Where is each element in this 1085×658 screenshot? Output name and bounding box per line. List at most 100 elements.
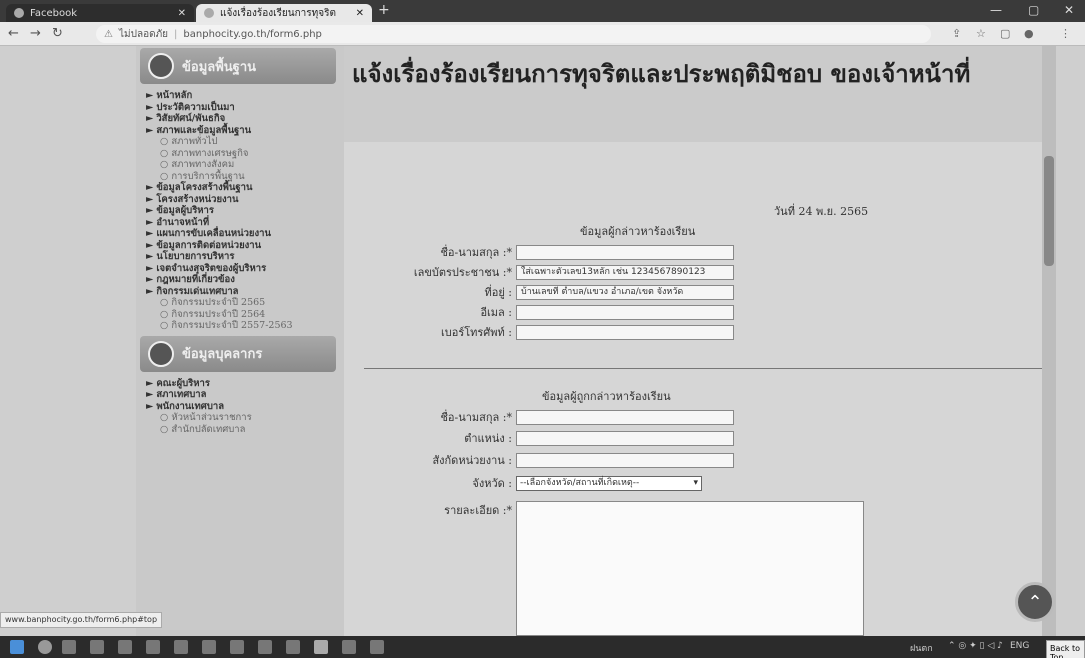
sidebar-list-personnel: ►คณะผู้บริหาร►สภาเทศบาล►พนักงานเทศบาลหัว… xyxy=(136,378,344,436)
province-selected: --เลือกจังหวัด/สถานที่เกิดเหตุ-- xyxy=(520,477,640,488)
app-icon[interactable] xyxy=(258,640,272,654)
share-icon[interactable]: ⇪ xyxy=(952,27,961,40)
complainant-phone-input[interactable] xyxy=(516,324,734,340)
lang-label[interactable]: ENG xyxy=(1010,641,1029,651)
file-explorer-icon[interactable] xyxy=(118,640,132,654)
email-label: อีเมล : xyxy=(480,306,512,319)
complainant-address-row: ที่อยู่ : บ้านเลขที่ ตำบล/แขวง อำเภอ/เขต… xyxy=(346,283,734,301)
page-scrollbar[interactable] xyxy=(1042,46,1056,636)
sidebar-item[interactable]: ► ข้อมูลผู้บริหาร xyxy=(146,205,344,217)
browser-tab-strip: Facebook ✕ แจ้งเรื่องร้องเรียนการทุจริต … xyxy=(0,0,1085,22)
sidebar-item[interactable]: สภาพทางสังคม xyxy=(146,159,344,171)
sidebar-item[interactable]: การบริการพื้นฐาน xyxy=(146,171,344,183)
page-title: แจ้งเรื่องร้องเรียนการทุจริตและประพฤติมิ… xyxy=(352,59,971,88)
accused-name-input[interactable] xyxy=(516,409,734,425)
sidebar-item-label: ข้อมูลผู้บริหาร xyxy=(156,205,214,216)
back-arrow-icon[interactable]: ← xyxy=(8,26,19,41)
search-icon[interactable] xyxy=(38,640,52,654)
sidebar-section-title: ข้อมูลพื้นฐาน xyxy=(182,59,257,75)
app-icon[interactable] xyxy=(286,640,300,654)
sidebar-item[interactable]: สภาพทางเศรษฐกิจ xyxy=(146,148,344,160)
sidebar-item[interactable]: ► กฎหมายที่เกี่ยวข้อง xyxy=(146,274,344,286)
accused-position-input[interactable] xyxy=(516,430,734,446)
profile-icon[interactable]: ● xyxy=(1024,27,1034,40)
app-icon[interactable] xyxy=(202,640,216,654)
close-icon[interactable]: ✕ xyxy=(356,8,364,19)
chrome-icon[interactable] xyxy=(314,640,328,654)
forward-arrow-icon[interactable]: → xyxy=(30,26,41,41)
star-icon[interactable]: ☆ xyxy=(976,27,986,40)
complainant-id-input[interactable]: ใส่เฉพาะตัวเลข13หลัก เช่น 1234567890123 xyxy=(516,264,734,280)
sidebar-item[interactable]: ► สภาเทศบาล xyxy=(146,389,344,401)
scrollbar-thumb[interactable] xyxy=(1044,156,1054,266)
sidebar-item[interactable]: กิจกรรมประจำปี 2564 xyxy=(146,309,344,321)
sidebar-item[interactable]: ► พนักงานเทศบาล xyxy=(146,401,344,413)
sidebar-item[interactable]: สภาพทั่วไป xyxy=(146,136,344,148)
sidebar-item[interactable]: ► อำนาจหน้าที่ xyxy=(146,217,344,229)
tab-facebook[interactable]: Facebook ✕ xyxy=(6,4,194,22)
tab-active[interactable]: แจ้งเรื่องร้องเรียนการทุจริต ✕ xyxy=(196,4,372,22)
sidebar-item-label: หน้าหลัก xyxy=(156,90,193,101)
name-label: ชื่อ-นามสกุล :* xyxy=(440,246,512,259)
sidebar-item[interactable]: ► คณะผู้บริหาร xyxy=(146,378,344,390)
menu-icon[interactable]: ⋮ xyxy=(1060,27,1071,40)
sidebar-item[interactable]: ► ข้อมูลโครงสร้างพื้นฐาน xyxy=(146,182,344,194)
address-label: ที่อยู่ : xyxy=(484,286,512,299)
sidebar-item[interactable]: หัวหน้าส่วนราชการ xyxy=(146,412,344,424)
sidebar-item[interactable]: ► ประวัติความเป็นมา xyxy=(146,102,344,114)
task-view-icon[interactable] xyxy=(62,640,76,654)
sidebar-item[interactable]: ► ข้อมูลการติดต่อหน่วยงาน xyxy=(146,240,344,252)
sidebar-item[interactable]: กิจกรรมประจำปี 2557-2563 xyxy=(146,320,344,332)
province-select[interactable]: --เลือกจังหวัด/สถานที่เกิดเหตุ-- ▾ xyxy=(516,475,702,491)
url-field[interactable]: ⚠ ไม่ปลอดภัย | banphocity.go.th/form6.ph… xyxy=(96,25,931,43)
id-label: เลขบัตรประชาชน :* xyxy=(413,266,512,279)
windows-start-icon[interactable] xyxy=(10,640,24,654)
app-icon[interactable] xyxy=(342,640,356,654)
mail-icon[interactable] xyxy=(174,640,188,654)
details-label-row: รายละเอียด :* xyxy=(346,501,516,519)
close-icon[interactable]: ✕ xyxy=(178,8,186,19)
tab-title: Facebook xyxy=(30,7,77,19)
sidebar-item[interactable]: ► หน้าหลัก xyxy=(146,90,344,102)
sidebar-item[interactable]: สำนักปลัดเทศบาล xyxy=(146,424,344,436)
arrow-icon: ► xyxy=(146,228,154,239)
globe-icon xyxy=(204,8,214,18)
complainant-address-input[interactable]: บ้านเลขที่ ตำบล/แขวง อำเภอ/เขต จังหวัด xyxy=(516,284,734,300)
complainant-id-row: เลขบัตรประชาชน :* ใส่เฉพาะตัวเลข13หลัก เ… xyxy=(346,263,734,281)
store-icon[interactable] xyxy=(146,640,160,654)
sidebar-item[interactable]: กิจกรรมประจำปี 2565 xyxy=(146,297,344,309)
app-icon[interactable] xyxy=(230,640,244,654)
complainant-name-input[interactable] xyxy=(516,244,734,260)
sidebar-item[interactable]: ► โครงสร้างหน่วยงาน xyxy=(146,194,344,206)
sidebar-item[interactable]: ► เจตจำนงสุจริตของผู้บริหาร xyxy=(146,263,344,275)
arrow-icon: ► xyxy=(146,389,154,400)
sidebar-item-label: สภาเทศบาล xyxy=(156,389,207,400)
arrow-icon: ► xyxy=(146,285,154,297)
close-window-button[interactable]: ✕ xyxy=(1064,3,1074,17)
app-icon[interactable] xyxy=(370,640,384,654)
accused-agency-input[interactable] xyxy=(516,452,734,468)
arrow-icon: ► xyxy=(146,90,154,101)
warning-icon: ⚠ xyxy=(104,28,113,40)
sidebar-item[interactable]: ► กิจกรรมเด่นเทศบาล xyxy=(146,286,344,298)
sidebar-item[interactable]: ► สภาพและข้อมูลพื้นฐาน xyxy=(146,125,344,137)
edge-icon[interactable] xyxy=(90,640,104,654)
new-tab-button[interactable]: + xyxy=(378,2,390,18)
main-content: แจ้งเรื่องร้องเรียนการทุจริตและประพฤติมิ… xyxy=(344,46,1056,636)
status-bar-url: www.banphocity.go.th/form6.php#top xyxy=(0,612,163,628)
sidebar-item[interactable]: ► วิสัยทัศน์/พันธกิจ xyxy=(146,113,344,125)
arrow-icon: ► xyxy=(146,239,154,251)
minimize-button[interactable]: — xyxy=(990,3,1002,17)
url-text: banphocity.go.th/form6.php xyxy=(183,28,322,40)
sidepanel-icon[interactable]: ▢ xyxy=(1000,27,1010,40)
tray-icons[interactable]: ⌃ ◎ ✦ ▯ ◁ ♪ xyxy=(948,641,1003,651)
complainant-email-input[interactable] xyxy=(516,304,734,320)
reload-icon[interactable]: ↻ xyxy=(52,26,63,41)
sidebar-item[interactable]: ► นโยบายการบริหาร xyxy=(146,251,344,263)
section-divider xyxy=(364,368,1050,369)
details-textarea[interactable] xyxy=(516,501,864,636)
sidebar-item[interactable]: ► แผนการขับเคลื่อนหน่วยงาน xyxy=(146,228,344,240)
maximize-button[interactable]: ▢ xyxy=(1028,3,1039,17)
back-to-top-button[interactable]: ⌃ xyxy=(1015,582,1055,622)
logo-icon xyxy=(148,53,174,79)
